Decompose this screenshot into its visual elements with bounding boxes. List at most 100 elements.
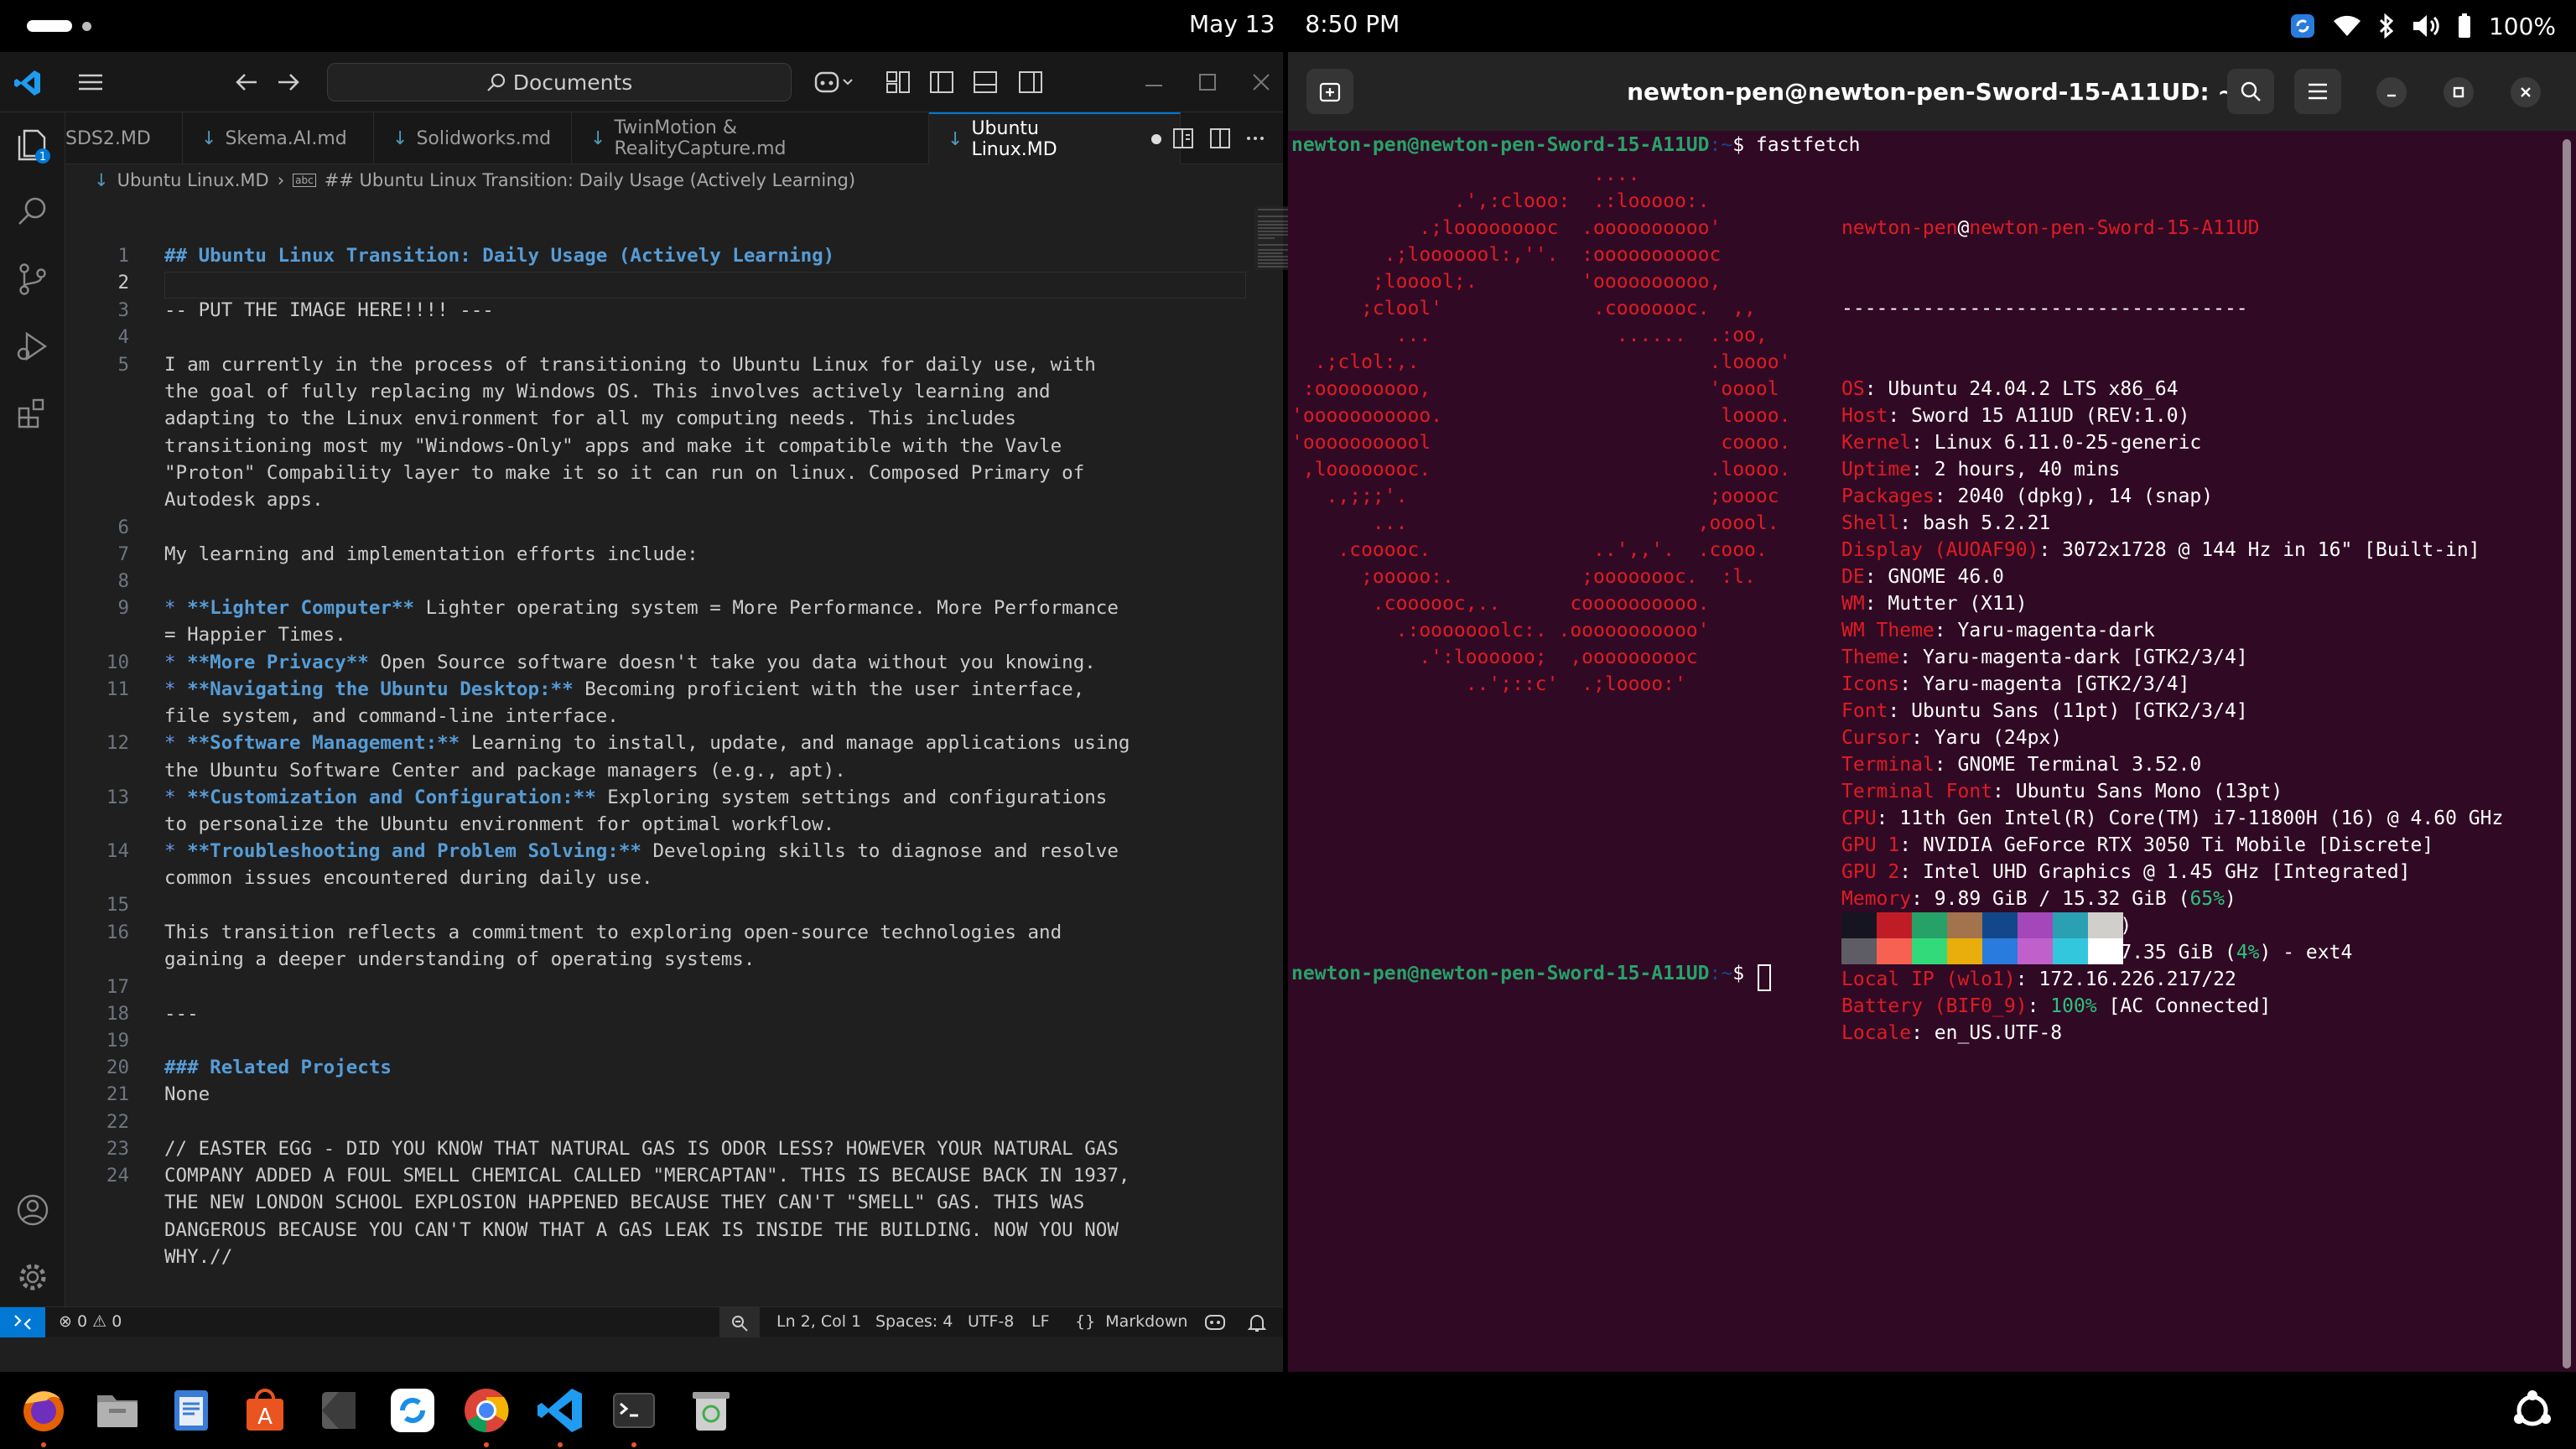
- info-value: 9.89 GiB / 15.32 GiB (: [1934, 888, 2190, 910]
- markdown-file-icon: ↓: [94, 170, 109, 190]
- close-button[interactable]: [2511, 77, 2541, 107]
- terminal-icon[interactable]: [609, 1385, 659, 1436]
- markdown-editor[interactable]: 1 2 3 4 5 6 7 8 9 10 11 12 13 14 15 16 17 18 19 20 21 22 23 24 …: [65, 191, 1333, 1306]
- heading-text: ## Ubuntu Linux Transition: Daily Usage …: [164, 245, 835, 267]
- run-debug-icon[interactable]: [12, 325, 54, 367]
- clock[interactable]: May 13 8:50 PM: [1189, 10, 1430, 38]
- extensions-icon[interactable]: [12, 392, 54, 434]
- vscode-window: Documents 1 SDS2.MD ↓ Skema.AI.md ↓ Solidw…: [0, 52, 1333, 1372]
- running-indicator: [558, 1442, 563, 1447]
- line-number: 23: [106, 1138, 129, 1160]
- remote-desktop-icon[interactable]: [387, 1385, 438, 1436]
- maximize-button[interactable]: [2444, 77, 2474, 107]
- menu-button[interactable]: [2294, 69, 2341, 114]
- tab-solidworks[interactable]: ↓ Solidworks.md: [374, 112, 572, 164]
- notes-icon[interactable]: [314, 1385, 364, 1436]
- code-line: common issues encountered during daily u…: [164, 867, 652, 889]
- files-icon[interactable]: [92, 1385, 143, 1436]
- minimize-button[interactable]: [2376, 77, 2407, 107]
- copilot-status-icon[interactable]: [1204, 1313, 1226, 1332]
- tab-skema-ai[interactable]: ↓ Skema.AI.md: [183, 112, 374, 164]
- bold-text: **More Privacy**: [187, 652, 369, 673]
- workspace-dot[interactable]: [82, 22, 91, 31]
- info-key: GPU 2: [1841, 861, 1900, 883]
- zoom-indicator[interactable]: [719, 1307, 760, 1337]
- info-row: Terminal Font: Ubuntu Sans Mono (13pt): [1841, 778, 2503, 805]
- breadcrumb-section[interactable]: ## Ubuntu Linux Transition: Daily Usage …: [325, 170, 855, 190]
- problems-indicator[interactable]: ⊗ 0 ⚠ 0: [59, 1312, 122, 1331]
- code-line: My learning and implementation efforts i…: [164, 543, 699, 565]
- back-arrow-icon[interactable]: [235, 72, 258, 92]
- line-text: None: [164, 1083, 210, 1105]
- menu-icon[interactable]: [77, 72, 104, 92]
- notifications-bell-icon[interactable]: [1248, 1313, 1266, 1333]
- explorer-icon[interactable]: 1: [12, 124, 54, 166]
- tab-twinmotion[interactable]: ↓ TwinMotion & RealityCapture.md: [572, 112, 929, 164]
- toggle-primary-sidebar-icon[interactable]: [929, 70, 954, 94]
- tab-sds2[interactable]: SDS2.MD: [65, 112, 183, 164]
- search-icon: [486, 73, 505, 91]
- info-value: Ubuntu 24.04.2 LTS x86_64: [1888, 378, 2179, 400]
- minimize-icon: [2387, 94, 2396, 97]
- trash-icon[interactable]: [686, 1385, 736, 1436]
- battery-icon[interactable]: [2457, 13, 2472, 39]
- info-key: Uptime: [1841, 459, 1912, 480]
- app-center-icon[interactable]: A: [240, 1385, 290, 1436]
- ascii-line: .,;;;'. ;ooooc: [1291, 486, 1779, 507]
- scrollbar[interactable]: [2563, 139, 2571, 1368]
- cursor-position[interactable]: Ln 2, Col 1: [776, 1312, 861, 1331]
- bluetooth-icon[interactable]: [2378, 13, 2395, 39]
- screen-share-icon[interactable]: [2289, 13, 2316, 39]
- toggle-secondary-sidebar-icon[interactable]: [1018, 70, 1043, 94]
- code-line: transitioning most my "Windows-Only" app…: [164, 435, 1062, 457]
- code-line: WHY.//: [164, 1246, 232, 1268]
- info-colon: :: [1899, 834, 1923, 856]
- volume-icon[interactable]: [2412, 13, 2440, 39]
- line-text: = Happier Times.: [164, 624, 346, 646]
- split-editor-icon[interactable]: [1209, 127, 1231, 149]
- remote-indicator[interactable]: [0, 1307, 45, 1337]
- search-view-icon[interactable]: [12, 191, 54, 233]
- terminal-window[interactable]: newton-pen@newton-pen-Sword-15-A11UD: ~ …: [1288, 52, 2576, 1372]
- tab-ubuntu-linux[interactable]: ↓ Ubuntu Linux.MD: [929, 112, 1181, 164]
- minimize-icon[interactable]: [1144, 77, 1164, 87]
- chrome-icon[interactable]: [461, 1385, 512, 1436]
- code-line: gaining a deeper understanding of operat…: [164, 948, 755, 970]
- copilot-icon[interactable]: [813, 69, 854, 96]
- heading-text: ### Related Projects: [164, 1057, 392, 1078]
- command-text: fastfetch: [1755, 134, 1861, 156]
- language-mode[interactable]: {} Markdown: [1075, 1312, 1187, 1331]
- settings-gear-icon[interactable]: [12, 1256, 54, 1298]
- encoding[interactable]: UTF-8: [968, 1312, 1014, 1331]
- breadcrumb-file[interactable]: Ubuntu Linux.MD: [117, 170, 269, 190]
- info-row: GPU 1: NVIDIA GeForce RTX 3050 Ti Mobile…: [1841, 832, 2503, 859]
- account-icon[interactable]: [12, 1189, 54, 1231]
- source-control-icon[interactable]: [12, 258, 54, 300]
- search-button[interactable]: [2227, 69, 2274, 114]
- open-preview-icon[interactable]: [1172, 127, 1194, 149]
- show-apps-icon[interactable]: [2507, 1385, 2558, 1436]
- command-center-search[interactable]: Documents: [327, 63, 792, 101]
- indentation[interactable]: Spaces: 4: [875, 1312, 953, 1331]
- activities-pill[interactable]: [27, 20, 72, 32]
- info-row: Uptime: 2 hours, 40 mins: [1841, 456, 2503, 483]
- customize-layout-icon[interactable]: [886, 70, 911, 94]
- system-tray[interactable]: 100%: [2289, 8, 2556, 44]
- more-actions-icon[interactable]: [1244, 127, 1266, 149]
- text-editor-icon[interactable]: [166, 1385, 216, 1436]
- line-ending[interactable]: LF: [1031, 1312, 1050, 1331]
- info-colon: :: [1899, 647, 1923, 668]
- info-colon: :: [1864, 566, 1888, 588]
- vscode-icon[interactable]: [535, 1385, 585, 1436]
- toggle-panel-icon[interactable]: [973, 70, 998, 94]
- firefox-icon[interactable]: [18, 1385, 69, 1436]
- line-text: WHY.//: [164, 1246, 233, 1268]
- line-text: transitioning most my "Windows-Only" app…: [164, 435, 1062, 457]
- new-tab-button[interactable]: [1306, 69, 1353, 114]
- forward-arrow-icon[interactable]: [277, 72, 300, 92]
- unsaved-dot-icon[interactable]: [1151, 134, 1161, 144]
- bullet-line: * **Navigating the Ubuntu Desktop:** Bec…: [164, 678, 1084, 700]
- maximize-icon[interactable]: [1197, 72, 1218, 92]
- wifi-icon[interactable]: [2333, 14, 2361, 38]
- close-icon[interactable]: [1251, 72, 1271, 92]
